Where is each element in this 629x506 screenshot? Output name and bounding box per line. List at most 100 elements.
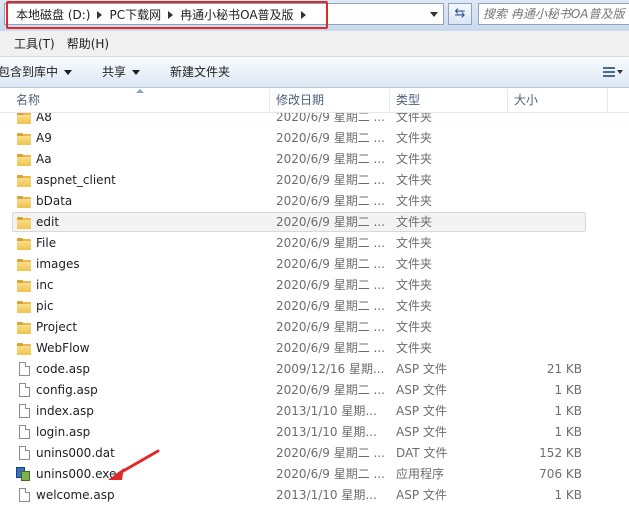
file-size: 1 KB xyxy=(554,425,582,439)
address-bar[interactable]: 本地磁盘 (D:) PC下载网 冉通小秘书OA普及版 xyxy=(4,3,444,25)
file-date: 2020/6/9 星期二 ... xyxy=(276,320,385,334)
view-options-button[interactable] xyxy=(603,64,623,80)
column-name[interactable]: 名称 xyxy=(10,89,270,112)
breadcrumb-pc-download[interactable]: PC下载网 xyxy=(104,6,166,24)
file-date: 2013/1/10 星期... xyxy=(276,404,377,418)
file-type: ASP 文件 xyxy=(396,488,447,502)
file-row[interactable]: Aa 2020/6/9 星期二 ... 文件夹 xyxy=(0,149,629,170)
breadcrumb-separator-icon[interactable] xyxy=(97,11,103,19)
file-size xyxy=(496,149,582,170)
document-icon xyxy=(19,446,30,460)
file-size xyxy=(496,212,582,233)
refresh-button[interactable]: ⇆ xyxy=(448,3,472,25)
new-folder-button[interactable]: 新建文件夹 xyxy=(170,63,230,81)
file-size xyxy=(496,275,582,296)
column-type[interactable]: 类型 xyxy=(390,89,508,112)
include-in-library-label: 包含到库中 xyxy=(0,65,59,79)
file-date: 2020/6/9 星期二 ... xyxy=(276,236,385,250)
file-row[interactable]: inc 2020/6/9 星期二 ... 文件夹 xyxy=(0,275,629,296)
document-icon xyxy=(19,404,30,418)
file-name: index.asp xyxy=(36,404,94,418)
file-row[interactable]: unins000.exe 2020/6/9 星期二 ... 应用程序 706 KB xyxy=(0,464,629,485)
file-name: WebFlow xyxy=(36,341,90,355)
file-row[interactable]: unins000.dat 2020/6/9 星期二 ... DAT 文件 152 KB xyxy=(0,443,629,464)
file-type: 文件夹 xyxy=(396,341,433,355)
file-type: ASP 文件 xyxy=(396,383,447,397)
menu-help[interactable]: 帮助(H) xyxy=(61,34,115,54)
file-row[interactable]: Project 2020/6/9 星期二 ... 文件夹 xyxy=(0,317,629,338)
column-date[interactable]: 修改日期 xyxy=(270,89,390,112)
file-row[interactable]: pic 2020/6/9 星期二 ... 文件夹 xyxy=(0,296,629,317)
file-type: 文件夹 xyxy=(396,278,433,292)
file-row[interactable]: File 2020/6/9 星期二 ... 文件夹 xyxy=(0,233,629,254)
file-name: bData xyxy=(36,194,73,208)
menu-tools[interactable]: 工具(T) xyxy=(8,34,61,54)
file-row[interactable]: images 2020/6/9 星期二 ... 文件夹 xyxy=(0,254,629,275)
column-size[interactable]: 大小 xyxy=(508,89,608,112)
file-size: 1 KB xyxy=(554,404,582,418)
file-size xyxy=(496,233,582,254)
include-in-library-button[interactable]: 包含到库中 xyxy=(0,63,73,81)
file-date: 2020/6/9 星期二 ... xyxy=(276,113,385,124)
file-row[interactable]: config.asp 2020/6/9 星期二 ... ASP 文件 1 KB xyxy=(0,380,629,401)
file-type: 文件夹 xyxy=(396,215,433,229)
file-row[interactable]: code.asp 2009/12/16 星期... ASP 文件 21 KB xyxy=(0,359,629,380)
file-size xyxy=(496,128,582,149)
folder-icon xyxy=(17,259,31,271)
file-type: ASP 文件 xyxy=(396,425,447,439)
chevron-down-icon xyxy=(64,69,73,75)
file-row[interactable]: WebFlow 2020/6/9 星期二 ... 文件夹 xyxy=(0,338,629,359)
breadcrumb: 本地磁盘 (D:) PC下载网 冉通小秘书OA普及版 xyxy=(11,6,308,24)
folder-icon xyxy=(17,322,31,334)
file-row[interactable]: aspnet_client 2020/6/9 星期二 ... 文件夹 xyxy=(0,170,629,191)
breadcrumb-oa-folder[interactable]: 冉通小秘书OA普及版 xyxy=(175,6,298,24)
chevron-down-icon xyxy=(132,69,141,75)
refresh-icon: ⇆ xyxy=(454,6,466,21)
file-name: config.asp xyxy=(36,383,98,397)
search-box[interactable] xyxy=(478,3,629,25)
folder-icon xyxy=(17,154,31,166)
file-name: welcome.asp xyxy=(36,488,115,502)
file-name: Aa xyxy=(36,152,52,166)
file-date: 2020/6/9 星期二 ... xyxy=(276,194,385,208)
file-row[interactable]: welcome.asp 2013/1/10 星期... ASP 文件 1 KB xyxy=(0,485,629,506)
breadcrumb-separator-icon[interactable] xyxy=(168,11,174,19)
file-row[interactable]: A8 2020/6/9 星期二 ... 文件夹 xyxy=(0,113,629,128)
file-row[interactable]: bData 2020/6/9 星期二 ... 文件夹 xyxy=(0,191,629,212)
file-date: 2020/6/9 星期二 ... xyxy=(276,446,385,460)
file-date: 2020/6/9 星期二 ... xyxy=(276,341,385,355)
search-input[interactable] xyxy=(483,5,629,23)
file-name: A8 xyxy=(36,113,52,124)
installer-icon xyxy=(16,467,31,482)
file-size: 1 KB xyxy=(554,383,582,397)
file-list[interactable]: A8 2020/6/9 星期二 ... 文件夹 A9 2020/6/9 星期二 ... 文… xyxy=(0,113,629,506)
file-row[interactable]: edit 2020/6/9 星期二 ... 文件夹 xyxy=(0,212,629,233)
file-row[interactable]: index.asp 2013/1/10 星期... ASP 文件 1 KB xyxy=(0,401,629,422)
breadcrumb-drive[interactable]: 本地磁盘 (D:) xyxy=(11,6,95,24)
file-name: unins000.exe xyxy=(36,467,117,481)
file-name: edit xyxy=(36,215,60,229)
file-type: DAT 文件 xyxy=(396,446,448,460)
breadcrumb-separator-icon[interactable] xyxy=(300,11,306,19)
new-folder-label: 新建文件夹 xyxy=(170,65,231,79)
file-size xyxy=(496,113,582,128)
address-history-dropdown[interactable] xyxy=(427,7,441,21)
column-header-row: 名称 修改日期 类型 大小 xyxy=(0,89,629,113)
folder-icon xyxy=(17,301,31,313)
file-type: 文件夹 xyxy=(396,152,433,166)
share-button[interactable]: 共享 xyxy=(102,63,141,81)
details-view-icon xyxy=(603,67,615,77)
file-date: 2020/6/9 星期二 ... xyxy=(276,131,385,145)
file-size: 706 KB xyxy=(539,467,582,481)
folder-icon xyxy=(17,343,31,355)
file-date: 2020/6/9 星期二 ... xyxy=(276,215,385,229)
folder-icon xyxy=(17,175,31,187)
chevron-down-icon xyxy=(617,70,623,74)
file-row[interactable]: login.asp 2013/1/10 星期... ASP 文件 1 KB xyxy=(0,422,629,443)
file-name: Project xyxy=(36,320,78,334)
file-name: A9 xyxy=(36,131,52,145)
file-row[interactable]: A9 2020/6/9 星期二 ... 文件夹 xyxy=(0,128,629,149)
file-type: 文件夹 xyxy=(396,320,433,334)
file-type: 文件夹 xyxy=(396,299,433,313)
file-type: ASP 文件 xyxy=(396,362,447,376)
